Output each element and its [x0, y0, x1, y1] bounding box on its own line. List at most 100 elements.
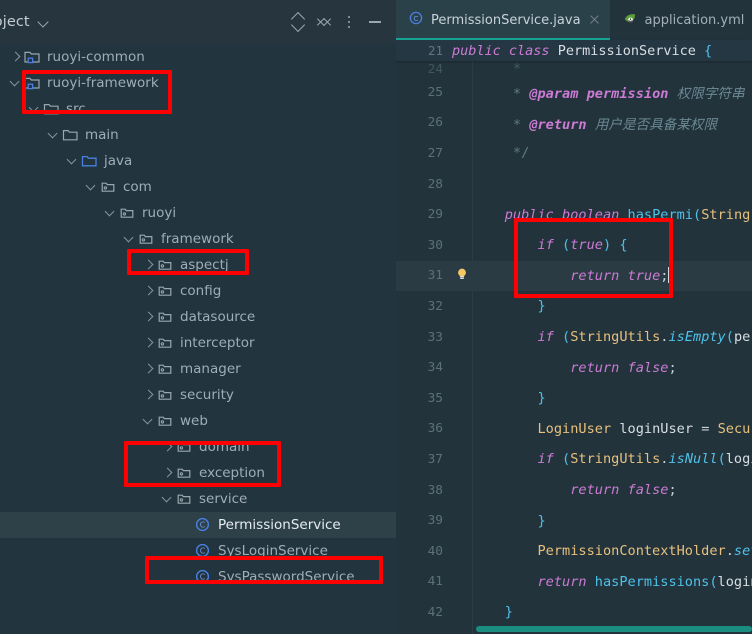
tree-arrow-spacer	[179, 517, 195, 533]
code-line-38[interactable]: 38 return false;	[396, 475, 752, 506]
horizontal-scrollbar[interactable]	[476, 626, 752, 632]
tree-item-src[interactable]: src	[0, 96, 396, 122]
chevron-down-icon[interactable]	[65, 153, 81, 169]
tab-label: application.yml	[644, 12, 745, 28]
chevron-right-icon[interactable]	[141, 283, 157, 299]
code-line-35[interactable]: 35 }	[396, 383, 752, 414]
tree-item-java[interactable]: java	[0, 148, 396, 174]
code-text: return false;	[570, 359, 677, 376]
tree-item-sysloginservice[interactable]: C SysLoginService	[0, 538, 396, 564]
chevron-down-icon[interactable]	[84, 179, 100, 195]
tree-item-label: java	[104, 153, 133, 169]
code-line-41[interactable]: 41 return hasPermissions(login	[396, 567, 752, 598]
project-panel-title: roject	[0, 14, 30, 30]
sticky-header-code: public class PermissionService {	[452, 42, 713, 59]
chevron-down-icon[interactable]	[46, 127, 62, 143]
line-number: 39	[427, 513, 443, 529]
chevron-down-icon[interactable]	[38, 16, 51, 29]
source-folder-icon	[81, 153, 98, 169]
code-line-27[interactable]: 27 */	[396, 138, 752, 169]
intention-bulb-cell[interactable]	[452, 261, 472, 292]
line-number: 35	[427, 390, 443, 406]
tree-item-security[interactable]: security	[0, 382, 396, 408]
tree-item-web[interactable]: web	[0, 408, 396, 434]
tree-item-ruoyi-framework[interactable]: ruoyi-framework	[0, 70, 396, 96]
tree-item-interceptor[interactable]: interceptor	[0, 330, 396, 356]
tab-application-yml[interactable]: application.yml	[610, 0, 752, 40]
tree-item-label: exception	[199, 465, 265, 481]
code-line-32[interactable]: 32 }	[396, 291, 752, 322]
code-line-25[interactable]: 25 * @param permission 权限字符串	[396, 77, 752, 108]
tree-item-datasource[interactable]: datasource	[0, 304, 396, 330]
project-tree[interactable]: ruoyi-common ruoyi-framework src main java co…	[0, 44, 396, 634]
close-icon[interactable]	[589, 14, 601, 26]
gutter-cell	[452, 199, 472, 230]
code-line-29[interactable]: 29 public boolean hasPermi(String	[396, 199, 752, 230]
chevron-down-icon[interactable]	[27, 101, 43, 117]
tree-item-syspasswordservice[interactable]: C SysPasswordService	[0, 564, 396, 590]
gutter-cell	[452, 383, 472, 414]
tree-item-manager[interactable]: manager	[0, 356, 396, 382]
code-line-30[interactable]: 30 if (true) {	[396, 230, 752, 261]
tree-item-permissionservice[interactable]: C PermissionService	[0, 512, 396, 538]
chevron-right-icon[interactable]	[160, 465, 176, 481]
chevron-right-icon[interactable]	[141, 387, 157, 403]
line-number: 29	[427, 207, 443, 223]
chevron-right-icon[interactable]	[8, 49, 24, 65]
code-line-37[interactable]: 37 if (StringUtils.isNull(logi	[396, 444, 752, 475]
tree-arrow-spacer	[179, 569, 195, 585]
chevron-down-icon[interactable]	[122, 231, 138, 247]
package-folder-icon	[100, 179, 117, 195]
tree-item-ruoyi-common[interactable]: ruoyi-common	[0, 44, 396, 70]
tree-item-main[interactable]: main	[0, 122, 396, 148]
line-number: 32	[427, 298, 443, 314]
line-number: 25	[427, 84, 443, 100]
chevron-down-icon[interactable]	[141, 413, 157, 429]
more-options-button[interactable]	[336, 9, 362, 35]
folder-icon	[43, 101, 60, 117]
code-line-26[interactable]: 26 * @return 用户是否具备某权限	[396, 108, 752, 139]
chevron-down-icon[interactable]	[160, 491, 176, 507]
code-line-24[interactable]: 24 *	[396, 61, 752, 77]
code-text: *	[472, 61, 522, 77]
java-class-icon: C	[195, 517, 212, 533]
tree-item-aspectj[interactable]: aspectj	[0, 252, 396, 278]
chevron-right-icon[interactable]	[141, 361, 157, 377]
code-line-33[interactable]: 33 if (StringUtils.isEmpty(per	[396, 322, 752, 353]
tree-item-com[interactable]: com	[0, 174, 396, 200]
tree-item-framework[interactable]: framework	[0, 226, 396, 252]
collapse-all-button[interactable]	[310, 9, 336, 35]
package-folder-icon	[176, 439, 193, 455]
tree-item-service[interactable]: service	[0, 486, 396, 512]
code-line-34[interactable]: 34 return false;	[396, 352, 752, 383]
chevron-right-icon[interactable]	[141, 335, 157, 351]
lightbulb-icon[interactable]	[455, 266, 469, 285]
code-line-31[interactable]: 31 return true;	[396, 260, 752, 292]
chevron-right-icon[interactable]	[141, 257, 157, 273]
tab-permission-service-java[interactable]: C PermissionService.java	[396, 0, 610, 40]
expand-all-button[interactable]	[284, 9, 310, 35]
code-line-39[interactable]: 39 }	[396, 505, 752, 536]
project-title-dropdown[interactable]: roject	[0, 14, 51, 30]
sticky-class-header[interactable]: 21 public class PermissionService {	[396, 40, 752, 61]
code-text: PermissionContextHolder.set	[537, 543, 752, 560]
tree-item-exception[interactable]: exception	[0, 460, 396, 486]
chevron-down-icon[interactable]	[8, 75, 24, 91]
chevron-right-icon[interactable]	[160, 439, 176, 455]
code-lines-container[interactable]: 24 * 25 * @param permission 权限字符串 26 * @re…	[396, 61, 752, 634]
chevron-right-icon[interactable]	[141, 309, 157, 325]
tree-item-label: ruoyi-framework	[47, 75, 159, 91]
tree-item-domain[interactable]: domain	[0, 434, 396, 460]
svg-text:C: C	[200, 573, 206, 582]
code-line-40[interactable]: 40 PermissionContextHolder.set	[396, 536, 752, 567]
minimize-panel-button[interactable]	[362, 9, 388, 35]
code-text: }	[537, 512, 546, 529]
code-line-42[interactable]: 42 }	[396, 597, 752, 628]
tree-item-ruoyi[interactable]: ruoyi	[0, 200, 396, 226]
line-number: 34	[427, 360, 443, 376]
module-folder-icon	[24, 75, 41, 91]
tree-item-config[interactable]: config	[0, 278, 396, 304]
code-line-36[interactable]: 36 LoginUser loginUser = Secur	[396, 414, 752, 445]
chevron-down-icon[interactable]	[103, 205, 119, 221]
code-line-28[interactable]: 28	[396, 169, 752, 200]
